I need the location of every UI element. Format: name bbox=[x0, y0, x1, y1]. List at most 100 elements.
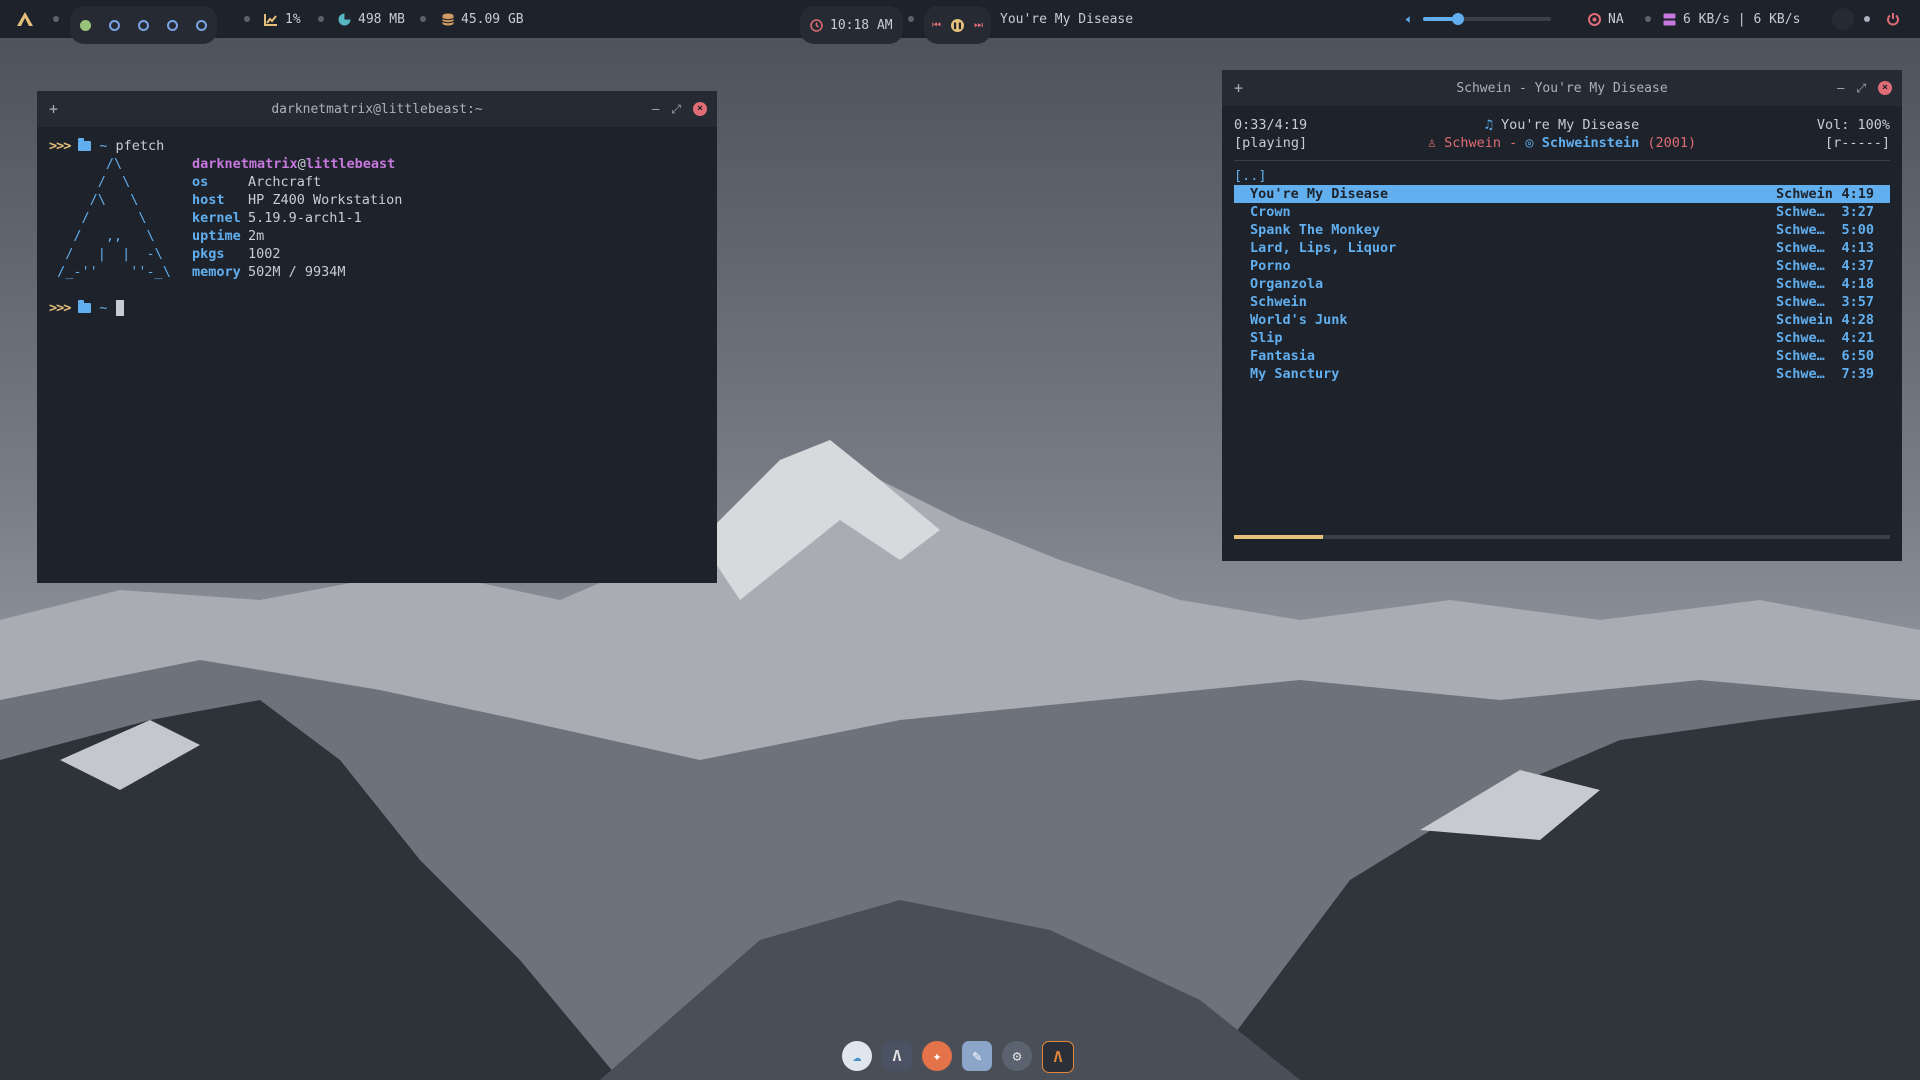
new-tab-icon[interactable]: + bbox=[1234, 79, 1243, 97]
info-key: memory bbox=[192, 264, 241, 280]
music-player-window[interactable]: + Schwein - You're My Disease – ⤢ × 0:33… bbox=[1222, 70, 1902, 561]
file-manager-icon[interactable]: ☁ bbox=[842, 1041, 872, 1071]
separator-dot bbox=[420, 16, 426, 22]
track-title: Spank The Monkey bbox=[1250, 222, 1381, 238]
pfetch-output: /\ / \ /\ \ / \ / ,, \ / | | -\ /_-'' ''… bbox=[49, 155, 705, 281]
new-tab-icon[interactable]: + bbox=[49, 100, 58, 118]
track-title: Porno bbox=[1250, 258, 1291, 274]
parent-dir-entry[interactable]: [..] bbox=[1234, 167, 1890, 185]
track-row[interactable]: World's Junk Schwein 4:28 bbox=[1234, 311, 1890, 329]
next-icon[interactable]: ⏭ bbox=[974, 20, 983, 31]
track-artist: Schwe… bbox=[1776, 366, 1825, 382]
disk-usage: 45.09 GB bbox=[461, 11, 524, 27]
album-icon: ◎ bbox=[1525, 135, 1534, 151]
archlinux-ascii-logo: /\ / \ /\ \ / \ / ,, \ / | | -\ /_-'' ''… bbox=[57, 156, 171, 280]
database-icon bbox=[442, 13, 454, 25]
terminal-app-icon[interactable]: Λ bbox=[1042, 1041, 1074, 1073]
track-title: Lard, Lips, Liquor bbox=[1250, 240, 1397, 256]
traffic-rate: 6 KB/s | 6 KB/s bbox=[1683, 11, 1801, 27]
host-name: littlebeast bbox=[305, 156, 396, 172]
prompt-line: >>> ~ bbox=[49, 299, 705, 317]
track-row[interactable]: Fantasia Schwe… 6:50 bbox=[1234, 347, 1890, 365]
at-sign: @ bbox=[297, 156, 306, 172]
info-value: 2m bbox=[248, 228, 265, 244]
album-year: (2001) bbox=[1647, 135, 1697, 151]
track-duration: 7:39 bbox=[1841, 366, 1874, 382]
track-title: Schwein bbox=[1250, 294, 1307, 310]
traffic-module: 6 KB/s | 6 KB/s bbox=[1663, 0, 1800, 38]
text-editor-icon[interactable]: ✎ bbox=[962, 1041, 992, 1071]
minimize-icon[interactable]: – bbox=[1837, 81, 1844, 95]
track-title: Slip bbox=[1250, 330, 1283, 346]
track-row[interactable]: Spank The Monkey Schwe… 5:00 bbox=[1234, 221, 1890, 239]
player-title: Schwein - You're My Disease bbox=[1456, 80, 1668, 96]
previous-icon[interactable]: ⏮ bbox=[932, 20, 941, 31]
terminal-titlebar[interactable]: + darknetmatrix@littlebeast:~ – ⤢ × bbox=[37, 91, 717, 127]
track-duration: 4:37 bbox=[1841, 258, 1874, 274]
power-button[interactable] bbox=[1886, 0, 1900, 38]
workspace-1[interactable] bbox=[80, 19, 91, 31]
network-module[interactable]: NA bbox=[1588, 0, 1624, 38]
volume-icon[interactable]: 🔈︎ bbox=[1406, 12, 1413, 27]
maximize-icon[interactable]: ⤢ bbox=[671, 102, 681, 117]
track-title: Organzola bbox=[1250, 276, 1324, 292]
close-icon[interactable]: × bbox=[1878, 81, 1892, 95]
settings-icon[interactable]: ⚙ bbox=[1002, 1041, 1032, 1071]
info-row: uptime 2m bbox=[192, 227, 402, 245]
song-progress-bar[interactable] bbox=[1234, 535, 1890, 539]
track-duration: 4:28 bbox=[1841, 312, 1874, 328]
artist-album-separator: - bbox=[1509, 135, 1518, 151]
info-value: 502M / 9934M bbox=[248, 264, 346, 280]
track-title: My Sanctury bbox=[1250, 366, 1340, 382]
minimize-icon[interactable]: – bbox=[652, 102, 659, 116]
player-titlebar[interactable]: + Schwein - You're My Disease – ⤢ × bbox=[1222, 70, 1902, 106]
track-row[interactable]: Schwein Schwe… 3:57 bbox=[1234, 293, 1890, 311]
info-key: uptime bbox=[192, 228, 241, 244]
browser-icon[interactable]: ✦ bbox=[922, 1041, 952, 1071]
track-row[interactable]: Lard, Lips, Liquor Schwe… 4:13 bbox=[1234, 239, 1890, 257]
player-body: 0:33/4:19 [playing] ♫ You're My Disease … bbox=[1222, 106, 1902, 551]
volume-slider-knob[interactable] bbox=[1451, 13, 1464, 25]
track-row[interactable]: Crown Schwe… 3:27 bbox=[1234, 203, 1890, 221]
track-row[interactable]: Porno Schwe… 4:37 bbox=[1234, 257, 1890, 275]
track-row[interactable]: Slip Schwe… 4:21 bbox=[1234, 329, 1890, 347]
volume-slider[interactable] bbox=[1423, 13, 1552, 25]
prompt-symbol: >>> bbox=[49, 138, 71, 154]
current-album: Schweinstein bbox=[1541, 135, 1640, 151]
clock-module[interactable]: 10:18 AM bbox=[800, 6, 903, 44]
header-divider bbox=[1234, 160, 1890, 161]
media-controls: ⏮ ❚❚ ⏭ bbox=[924, 6, 991, 44]
close-icon[interactable]: × bbox=[693, 102, 707, 116]
maximize-icon[interactable]: ⤢ bbox=[1856, 81, 1866, 96]
clock-icon bbox=[810, 18, 823, 32]
track-artist: Schwe… bbox=[1776, 240, 1825, 256]
info-row: host HP Z400 Workstation bbox=[192, 191, 402, 209]
current-artist: Schwein bbox=[1444, 135, 1501, 151]
terminal-title: darknetmatrix@littlebeast:~ bbox=[271, 101, 483, 117]
pause-icon[interactable]: ❚❚ bbox=[951, 18, 964, 32]
now-playing[interactable]: You're My Disease bbox=[1000, 0, 1133, 38]
workspace-4[interactable] bbox=[167, 19, 178, 31]
track-row[interactable]: Organzola Schwe… 4:18 bbox=[1234, 275, 1890, 293]
archcraft-icon[interactable]: Λ bbox=[882, 1041, 912, 1071]
text-cursor bbox=[115, 300, 124, 316]
info-value: Archcraft bbox=[248, 174, 322, 190]
track-artist: Schwe… bbox=[1776, 258, 1825, 274]
workspace-5[interactable] bbox=[196, 19, 207, 31]
info-key: os bbox=[192, 174, 209, 190]
archcraft-logo-icon bbox=[17, 12, 33, 26]
terminal-output[interactable]: >>> ~ pfetch /\ / \ /\ \ / \ / ,, \ / | … bbox=[37, 127, 717, 567]
workspace-2[interactable] bbox=[109, 19, 120, 31]
launcher-button[interactable] bbox=[16, 0, 34, 38]
track-row[interactable]: My Sanctury Schwe… 7:39 bbox=[1234, 365, 1890, 383]
network-status: NA bbox=[1608, 11, 1624, 27]
workspace-3[interactable] bbox=[138, 19, 149, 31]
track-row[interactable]: You're My Disease Schwein 4:19 bbox=[1234, 185, 1890, 203]
volume-module: 🔈︎ bbox=[1406, 0, 1552, 38]
play-state: [playing] bbox=[1234, 135, 1308, 151]
terminal-window[interactable]: + darknetmatrix@littlebeast:~ – ⤢ × >>> … bbox=[37, 91, 717, 583]
track-duration: 4:19 bbox=[1841, 186, 1874, 202]
disk-module: 45.09 GB bbox=[442, 0, 524, 38]
song-progress-fill bbox=[1234, 535, 1323, 539]
player-header: 0:33/4:19 [playing] ♫ You're My Disease … bbox=[1234, 116, 1890, 152]
